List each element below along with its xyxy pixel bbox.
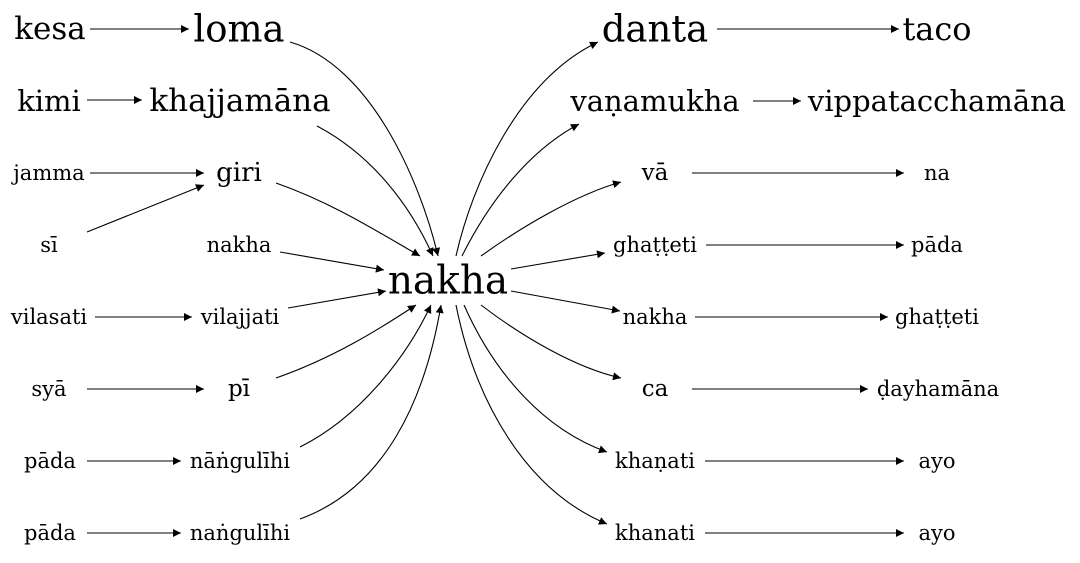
node-va: vā	[641, 160, 669, 186]
edge-khajjamana-nakha	[316, 125, 434, 257]
edge-nangulihi2-nakha	[299, 304, 444, 520]
node-ayo2: ayo	[918, 521, 955, 545]
edge-nakha-khanati1	[463, 304, 608, 454]
edge-nakhain-nakha	[279, 251, 385, 273]
node-giri: giri	[216, 158, 262, 188]
node-ca: ca	[642, 376, 669, 402]
node-pada2: pāda	[24, 521, 76, 545]
word-graph: nakha kesa loma kimi khajjamāna jamma sī…	[10, 8, 1066, 546]
edge-nakha-nakhaout	[510, 290, 621, 314]
node-pada-out: pāda	[911, 233, 963, 257]
node-na: na	[924, 161, 950, 185]
node-vippatacchamana: vippatacchamāna	[807, 84, 1066, 118]
node-dayhamana: ḍayhamāna	[877, 377, 999, 401]
node-nangulihi1: nāṅgulīhi	[190, 449, 290, 473]
node-loma: loma	[193, 8, 284, 51]
edge-nakha-ghatteti	[510, 250, 606, 270]
node-ghatteti: ghaṭṭeti	[613, 233, 697, 257]
edge-nakha-danta	[455, 41, 599, 257]
node-kimi: kimi	[17, 84, 81, 118]
node-nakha-in: nakha	[207, 233, 272, 257]
edge-vilajjati-nakha	[287, 288, 387, 309]
edge-nakha-khanati2	[455, 304, 608, 525]
node-vilasati: vilasati	[10, 305, 88, 329]
node-khajjamana: khajjamāna	[149, 83, 330, 119]
edge-nakha-va	[480, 180, 622, 257]
node-khanati1: khaṇati	[615, 449, 695, 473]
node-nangulihi2: naṅgulīhi	[190, 521, 290, 545]
node-si: sī	[40, 233, 58, 257]
edge-giri-nakha	[275, 182, 421, 257]
edge-nakha-ca	[480, 304, 622, 381]
node-danta: danta	[602, 8, 709, 51]
node-taco: taco	[902, 10, 971, 48]
edge-nangulihi1-nakha	[299, 304, 432, 448]
node-sya: syā	[31, 377, 66, 401]
node-ghatteti-out: ghaṭṭeti	[895, 305, 979, 329]
edge-si-giri	[86, 184, 205, 233]
node-vanamukha: vaṇamukha	[569, 84, 739, 118]
node-pi: pī	[228, 376, 250, 402]
node-ayo1: ayo	[918, 449, 955, 473]
node-pada1: pāda	[24, 449, 76, 473]
node-khanati2: khanati	[615, 521, 695, 545]
edge-nakha-vanamukha	[461, 123, 580, 257]
node-center-nakha: nakha	[388, 259, 508, 304]
node-vilajjati: vilajjati	[200, 305, 280, 329]
node-jamma: jamma	[10, 161, 84, 185]
edge-pi-nakha	[275, 304, 417, 379]
node-kesa: kesa	[14, 11, 86, 47]
node-nakha-out: nakha	[623, 305, 688, 329]
